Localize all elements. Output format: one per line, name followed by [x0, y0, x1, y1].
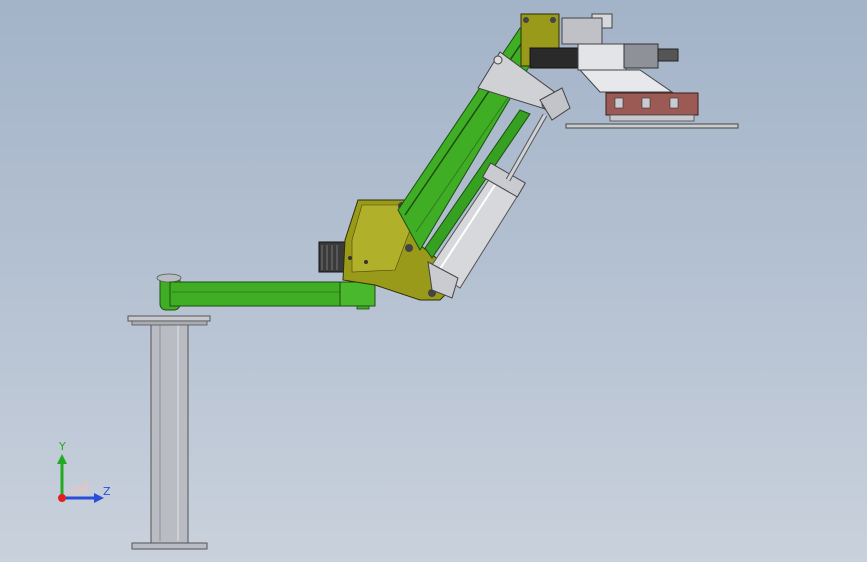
- coordinate-triad: Y Z: [48, 440, 118, 510]
- horizontal-arm[interactable]: [156, 273, 376, 311]
- z-axis-label: Z: [103, 485, 111, 498]
- robot-arm-model[interactable]: [0, 0, 867, 562]
- shoulder-motor[interactable]: [318, 241, 346, 273]
- pedestal[interactable]: [127, 315, 211, 550]
- cad-viewport[interactable]: Y Z: [0, 0, 867, 562]
- y-axis-label: Y: [59, 440, 66, 453]
